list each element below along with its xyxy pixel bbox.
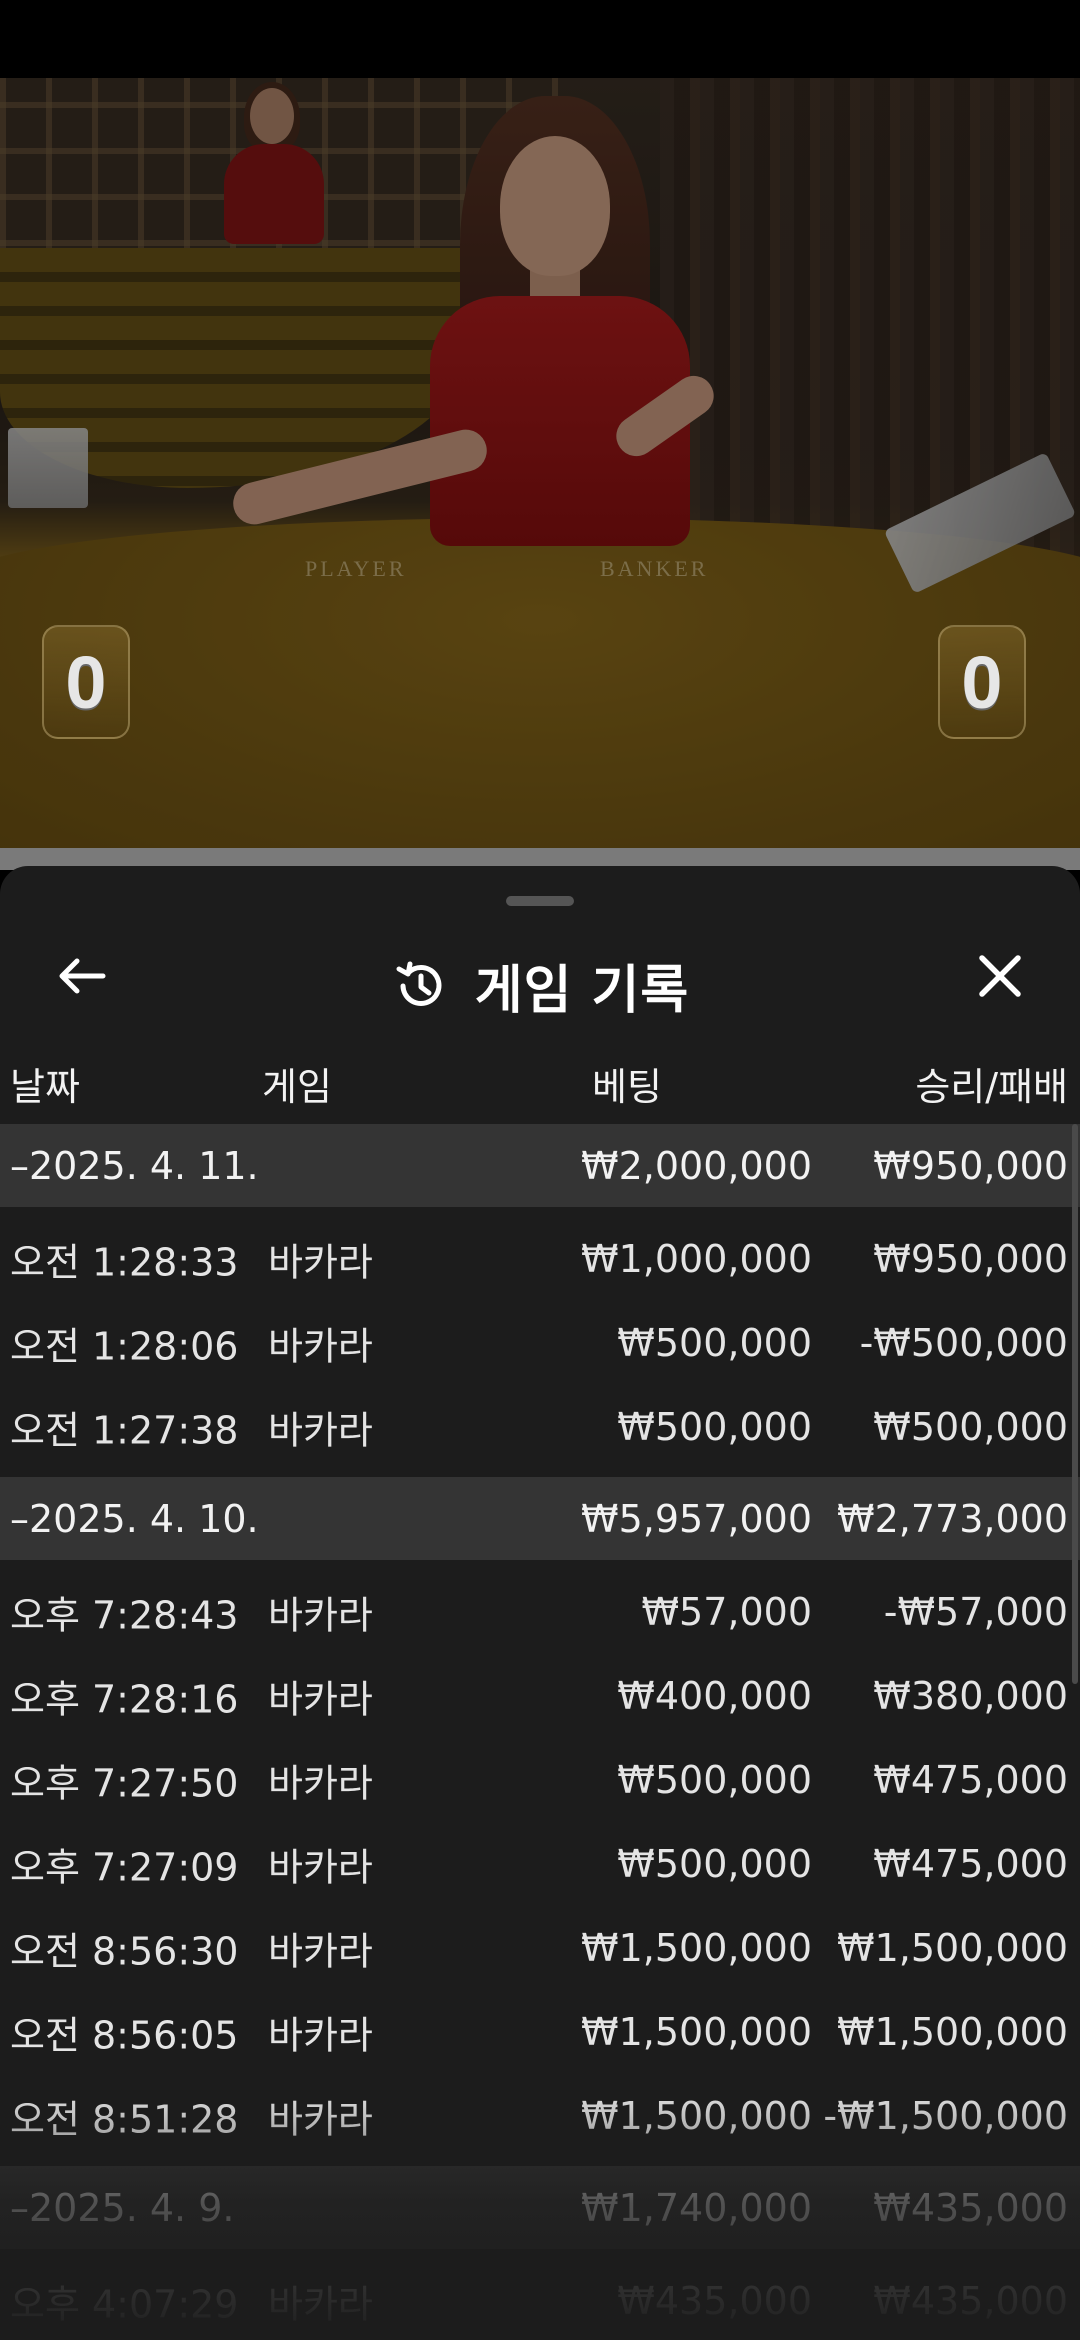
group-date: –2025. 4. 9.: [10, 2185, 235, 2230]
sheet-header: 게임 기록: [0, 920, 1080, 1030]
column-headers: 날짜 게임 베팅 승리/패배: [0, 1048, 1080, 1111]
group-bet-total: ₩5,957,000: [581, 1496, 812, 1541]
row-time: 오전 1:27:38: [10, 1408, 239, 1453]
history-row[interactable]: 오전 1:28:06 바카라 ₩500,000 -₩500,000: [0, 1301, 1080, 1385]
history-row[interactable]: 오후 7:27:09 바카라 ₩500,000 ₩475,000: [0, 1822, 1080, 1906]
row-time: 오후 4:07:29: [10, 2282, 239, 2327]
row-bet: ₩57,000: [641, 1590, 812, 1634]
row-result: ₩380,000: [873, 1674, 1068, 1718]
row-time: 오전 8:56:05: [10, 2013, 239, 2058]
row-result: -₩57,000: [883, 1590, 1068, 1634]
history-row[interactable]: 오전 8:56:05 바카라 ₩1,500,000 ₩1,500,000: [0, 1990, 1080, 2074]
column-header-bet[interactable]: 베팅: [592, 1056, 662, 1111]
row-time: 오전 1:28:06: [10, 1324, 239, 1369]
history-row[interactable]: 오후 7:28:16 바카라 ₩400,000 ₩380,000: [0, 1654, 1080, 1738]
history-row[interactable]: 오후 7:28:43 바카라 ₩57,000 -₩57,000: [0, 1570, 1080, 1654]
row-game: 바카라: [268, 1761, 373, 1806]
row-bet: ₩1,500,000: [581, 1926, 812, 1970]
row-game: 바카라: [268, 1845, 373, 1890]
history-row[interactable]: 오전 1:28:33 바카라 ₩1,000,000 ₩950,000: [0, 1217, 1080, 1301]
row-result: ₩475,000: [873, 1842, 1068, 1886]
group-date: –2025. 4. 10.: [10, 1496, 259, 1541]
close-icon: [979, 955, 1021, 997]
history-list: –2025. 4. 11. ₩2,000,000 ₩950,000 오전 1:2…: [0, 1124, 1080, 2340]
close-button[interactable]: [964, 940, 1036, 1012]
title-wrap: 게임 기록: [0, 948, 1080, 1023]
row-game: 바카라: [268, 1929, 373, 1974]
row-time: 오전 8:56:30: [10, 1929, 239, 1974]
date-group-header[interactable]: –2025. 4. 9. ₩1,740,000 ₩435,000: [0, 2166, 1080, 2249]
group-bet-total: ₩2,000,000: [581, 1143, 812, 1188]
group-bet-total: ₩1,740,000: [581, 2185, 812, 2230]
row-bet: ₩500,000: [617, 1758, 812, 1802]
row-time: 오후 7:27:09: [10, 1845, 239, 1890]
row-bet: ₩1,500,000: [581, 2094, 812, 2138]
history-row[interactable]: 오전 8:51:28 바카라 ₩1,500,000 -₩1,500,000: [0, 2074, 1080, 2158]
row-game: 바카라: [268, 1240, 373, 1285]
row-game: 바카라: [268, 2097, 373, 2142]
sheet-title: 게임 기록: [474, 961, 690, 1021]
row-game: 바카라: [268, 1408, 373, 1453]
row-time: 오후 7:28:43: [10, 1593, 239, 1638]
group-win-total: ₩950,000: [873, 1143, 1068, 1188]
row-game: 바카라: [268, 2282, 373, 2327]
row-result: -₩500,000: [859, 1321, 1068, 1365]
history-icon: [396, 961, 442, 1006]
banker-score: 0: [938, 625, 1026, 739]
history-row[interactable]: 오전 8:56:30 바카라 ₩1,500,000 ₩1,500,000: [0, 1906, 1080, 1990]
row-bet: ₩500,000: [617, 1321, 812, 1365]
row-bet: ₩400,000: [617, 1674, 812, 1718]
row-time: 오전 8:51:28: [10, 2097, 239, 2142]
column-header-win-loss[interactable]: 승리/패배: [915, 1056, 1068, 1111]
history-row[interactable]: 오후 4:07:29 바카라 ₩435,000 ₩435,000: [0, 2259, 1080, 2340]
row-time: 오후 7:27:50: [10, 1761, 239, 1806]
row-bet: ₩435,000: [617, 2279, 812, 2323]
row-bet: ₩500,000: [617, 1842, 812, 1886]
column-header-date[interactable]: 날짜: [10, 1056, 80, 1111]
history-row[interactable]: 오후 7:27:50 바카라 ₩500,000 ₩475,000: [0, 1738, 1080, 1822]
row-result: ₩500,000: [873, 1405, 1068, 1449]
row-result: ₩435,000: [873, 2279, 1068, 2323]
date-group-header[interactable]: –2025. 4. 11. ₩2,000,000 ₩950,000: [0, 1124, 1080, 1207]
game-history-sheet: 게임 기록 날짜 게임 베팅 승리/패배 –2025. 4. 11. ₩2,00…: [0, 866, 1080, 2340]
row-result: ₩1,500,000: [837, 1926, 1068, 1970]
history-row[interactable]: 오전 1:27:38 바카라 ₩500,000 ₩500,000: [0, 1385, 1080, 1469]
row-bet: ₩1,000,000: [581, 1237, 812, 1281]
date-group-header[interactable]: –2025. 4. 10. ₩5,957,000 ₩2,773,000: [0, 1477, 1080, 1560]
row-result: ₩475,000: [873, 1758, 1068, 1802]
row-result: ₩1,500,000: [837, 2010, 1068, 2054]
row-result: ₩950,000: [873, 1237, 1068, 1281]
row-time: 오전 1:28:33: [10, 1240, 239, 1285]
group-win-total: ₩2,773,000: [837, 1496, 1068, 1541]
video-dim-overlay: [0, 78, 1080, 848]
scrollbar-thumb[interactable]: [1072, 1124, 1078, 1684]
player-score: 0: [42, 625, 130, 739]
row-result: -₩1,500,000: [823, 2094, 1068, 2138]
row-bet: ₩1,500,000: [581, 2010, 812, 2054]
row-game: 바카라: [268, 1324, 373, 1369]
row-bet: ₩500,000: [617, 1405, 812, 1449]
drag-handle[interactable]: [506, 896, 574, 906]
group-date: –2025. 4. 11.: [10, 1143, 259, 1188]
column-header-game[interactable]: 게임: [262, 1056, 332, 1111]
row-game: 바카라: [268, 2013, 373, 2058]
row-time: 오후 7:28:16: [10, 1677, 239, 1722]
group-win-total: ₩435,000: [873, 2185, 1068, 2230]
app-root: PLAYER BANKER 0 0 게임 기록 날짜 게임 베팅 승리/패배 –…: [0, 0, 1080, 2340]
live-video: PLAYER BANKER: [0, 78, 1080, 848]
row-game: 바카라: [268, 1677, 373, 1722]
row-game: 바카라: [268, 1593, 373, 1638]
